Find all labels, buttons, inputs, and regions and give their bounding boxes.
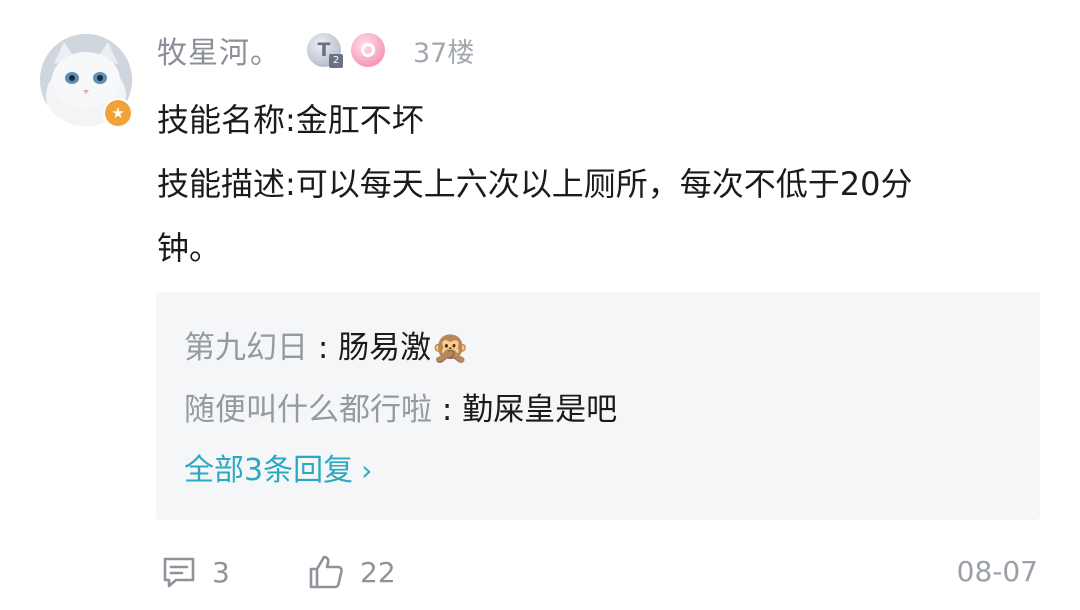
reply-separator: : <box>432 392 463 428</box>
view-all-label: 全部3条回复 <box>184 453 354 488</box>
like-button[interactable]: 22 <box>306 550 396 594</box>
reply-text: 勤屎皇是吧 <box>462 392 618 428</box>
comment-text: 技能名称:金肛不坏 技能描述:可以每天上六次以上厕所，每次不低于20分 钟。 <box>157 88 1037 280</box>
chevron-right-icon: › <box>361 454 373 487</box>
star-icon: ★ <box>105 100 131 126</box>
vip-badge: ★ <box>103 98 133 128</box>
fan-medal-icon[interactable] <box>351 33 385 67</box>
reply-count: 3 <box>212 555 230 589</box>
like-count: 22 <box>360 555 396 589</box>
reply-separator: : <box>308 330 339 366</box>
reply-item[interactable]: 随便叫什么都行啦 : 勤屎皇是吧 <box>184 390 617 430</box>
reply-button[interactable]: 3 <box>160 550 230 594</box>
thumbs-up-icon <box>309 555 343 589</box>
titan-medal-icon[interactable]: T 2 <box>307 33 343 68</box>
comment-date: 08-07 <box>956 555 1038 588</box>
reply-author[interactable]: 第九幻日 <box>184 330 308 366</box>
comment-header: 牧星河。 T 2 37楼 <box>157 28 474 72</box>
comment-line: 技能描述:可以每天上六次以上厕所，每次不低于20分 <box>157 165 913 203</box>
reply-text: 肠易激🙊 <box>338 330 470 366</box>
reply-author[interactable]: 随便叫什么都行啦 <box>184 392 432 428</box>
username[interactable]: 牧星河。 <box>157 28 281 72</box>
reply-item[interactable]: 第九幻日 : 肠易激🙊 <box>184 328 470 368</box>
view-all-replies-link[interactable]: 全部3条回复 › <box>184 451 372 491</box>
comment-icon <box>163 557 195 588</box>
floor-number: 37楼 <box>413 37 475 69</box>
comment-line: 钟。 <box>157 229 222 267</box>
comment-line: 技能名称:金肛不坏 <box>157 101 424 139</box>
